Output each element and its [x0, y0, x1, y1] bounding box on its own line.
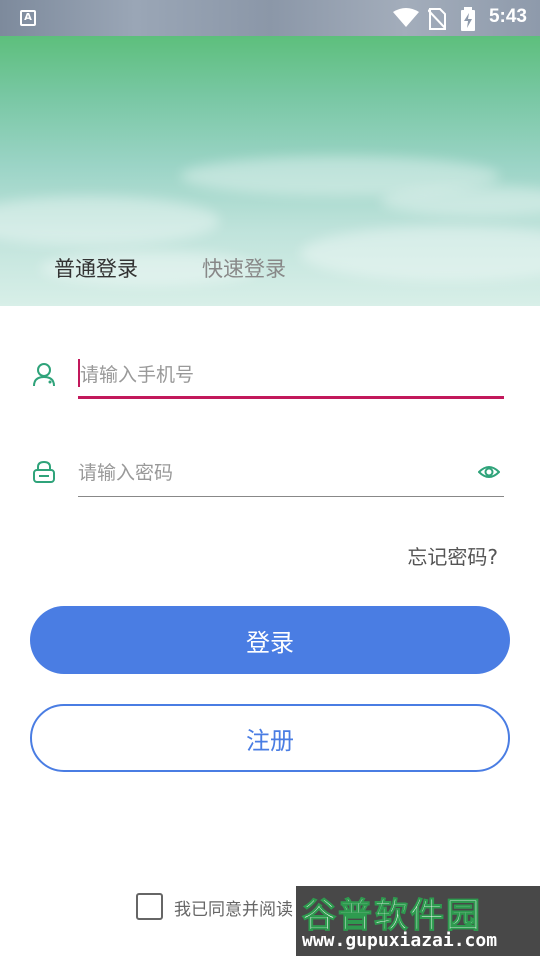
agreement-checkbox[interactable] — [136, 893, 163, 920]
site-watermark: 谷普软件园 www.gupuxiazai.com — [296, 886, 540, 956]
watermark-url: www.gupuxiazai.com — [302, 930, 498, 951]
wifi-icon — [393, 8, 419, 27]
password-field[interactable] — [78, 453, 504, 497]
register-button[interactable]: 注册 — [30, 704, 510, 772]
tab-normal-login[interactable]: 普通登录 — [54, 253, 138, 283]
show-password-eye-icon[interactable] — [478, 463, 500, 481]
status-time: 5:43 — [488, 6, 527, 27]
phone-field[interactable] — [78, 355, 504, 399]
no-sim-icon — [428, 8, 446, 30]
user-icon — [33, 363, 55, 387]
status-bar: A 5:43 — [0, 0, 540, 36]
password-underline — [78, 496, 504, 497]
battery-charging-icon — [461, 7, 475, 31]
login-tabs: 普通登录 快速登录 — [0, 253, 540, 289]
tab-quick-login[interactable]: 快速登录 — [202, 253, 286, 283]
agreement-text: 我已同意并阅读 — [174, 900, 293, 920]
password-input[interactable] — [78, 453, 504, 493]
login-button[interactable]: 登录 — [30, 606, 510, 674]
lock-icon — [33, 460, 55, 483]
forgot-password-link[interactable]: 忘记密码? — [407, 541, 498, 570]
phone-input[interactable] — [78, 355, 504, 395]
app-notification-icon: A — [20, 10, 36, 26]
text-caret — [78, 359, 80, 387]
phone-underline — [78, 396, 504, 399]
